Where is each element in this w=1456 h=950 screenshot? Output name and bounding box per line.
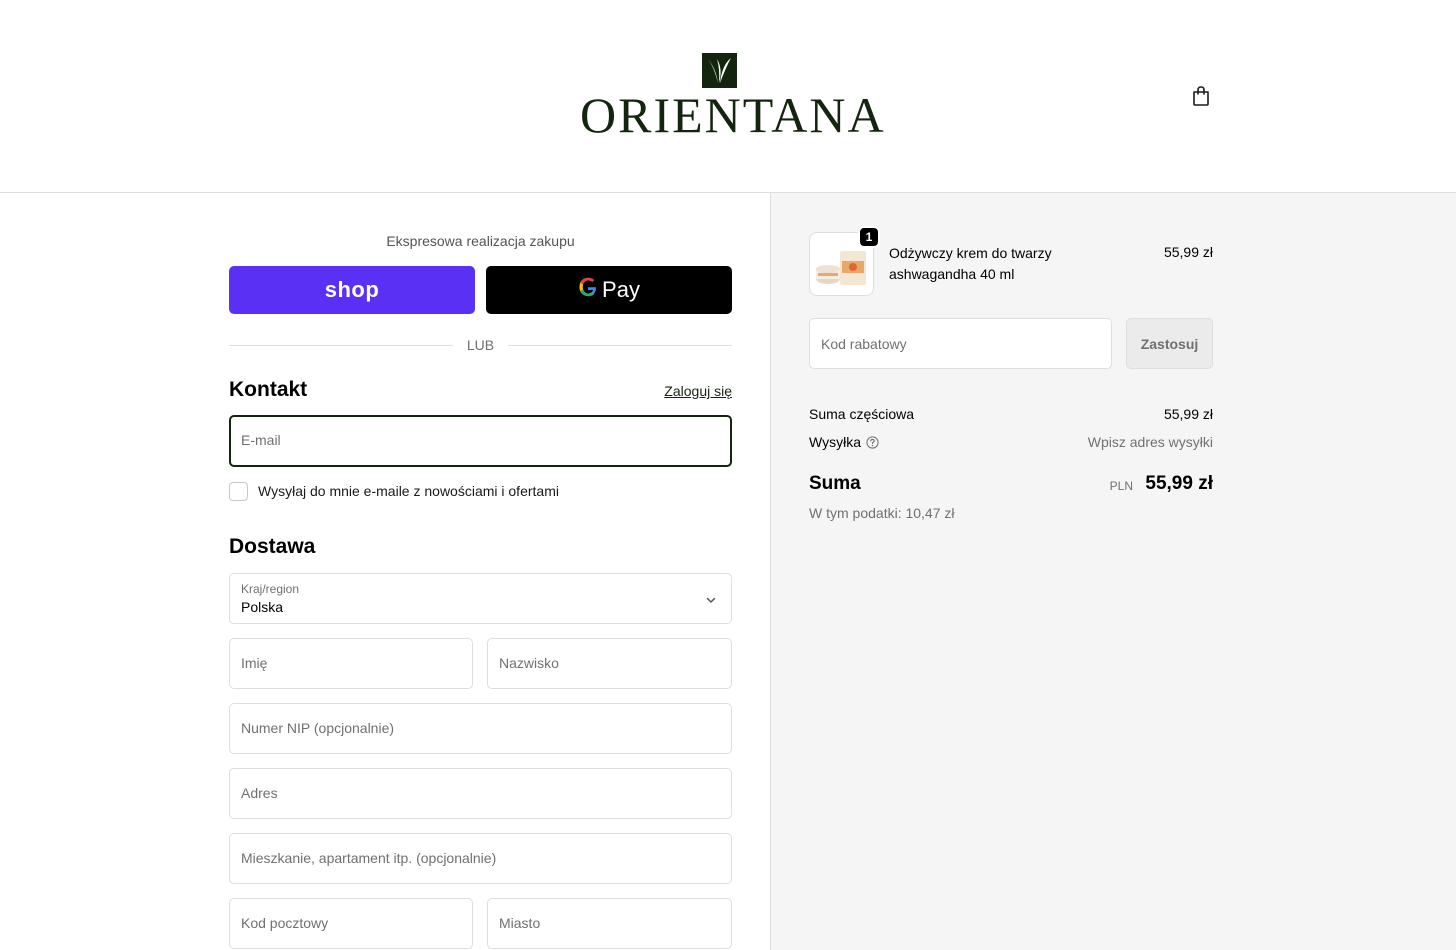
login-link[interactable]: Zaloguj się <box>640 383 732 399</box>
shop-pay-label: shop <box>324 277 380 302</box>
shipping-label: Wysyłka <box>809 434 861 450</box>
email-placeholder: E-mail <box>241 432 281 448</box>
postal-code-field[interactable]: Kod pocztowy <box>229 898 473 949</box>
first-name-field[interactable]: Imię <box>229 638 473 689</box>
header: ORIENTANA <box>0 0 1456 193</box>
shop-pay-button[interactable]: shop <box>229 266 475 314</box>
total-label: Suma <box>809 473 861 494</box>
help-circle-icon[interactable] <box>866 436 879 449</box>
brand-logo[interactable]: ORIENTANA <box>580 50 886 143</box>
chevron-down-icon <box>705 593 717 605</box>
email-field[interactable]: E-mail <box>229 415 732 467</box>
country-label: Kraj/region <box>241 582 300 596</box>
postal-code-placeholder: Kod pocztowy <box>241 915 329 931</box>
subtotal-label: Suma częściowa <box>809 406 915 422</box>
apply-discount-button[interactable]: Zastosuj <box>1126 318 1213 369</box>
leaf-logo-icon <box>702 53 737 88</box>
order-summary-panel <box>770 193 1456 950</box>
newsletter-label: Wysyłaj do mnie e-maile z nowościami i o… <box>258 483 559 499</box>
last-name-field[interactable]: Nazwisko <box>487 638 732 689</box>
city-field[interactable]: Miasto <box>487 898 732 949</box>
express-checkout-title: Ekspresowa realizacja zakupu <box>386 233 575 249</box>
total-value: 55,99 zł <box>1145 473 1213 494</box>
nip-placeholder: Numer NIP (opcjonalnie) <box>241 720 395 736</box>
apartment-placeholder: Mieszkanie, apartament itp. (opcjonalnie… <box>241 850 497 866</box>
logo-wordmark: ORIENTANA <box>580 87 886 143</box>
city-placeholder: Miasto <box>499 915 541 931</box>
shopping-bag-icon[interactable] <box>1189 84 1213 108</box>
last-name-placeholder: Nazwisko <box>499 655 559 671</box>
subtotal-value: 55,99 zł <box>1163 406 1213 422</box>
discount-code-placeholder: Kod rabatowy <box>821 336 907 352</box>
google-pay-button[interactable]: Pay <box>486 266 732 314</box>
first-name-placeholder: Imię <box>241 655 268 671</box>
quantity-badge: 1 <box>858 226 880 248</box>
taxes-note: W tym podatki: 10,47 zł <box>809 505 955 521</box>
delivery-section-title: Dostawa <box>229 535 316 558</box>
shipping-value: Wpisz adres wysyłki <box>1087 434 1213 450</box>
product-image <box>816 251 866 285</box>
contact-section-title: Kontakt <box>229 378 308 401</box>
google-pay-label: Pay <box>602 277 640 302</box>
country-select[interactable]: Kraj/region Polska <box>229 573 732 624</box>
google-g-icon <box>578 277 598 303</box>
nip-field[interactable]: Numer NIP (opcjonalnie) <box>229 703 732 754</box>
shipping-label-row: Wysyłka <box>809 434 879 450</box>
address-field[interactable]: Adres <box>229 768 732 819</box>
apartment-field[interactable]: Mieszkanie, apartament itp. (opcjonalnie… <box>229 833 732 884</box>
address-placeholder: Adres <box>241 785 278 801</box>
discount-code-input[interactable]: Kod rabatowy <box>809 318 1112 369</box>
newsletter-checkbox[interactable] <box>229 482 248 501</box>
product-name: Odżywczy krem do twarzy ashwagandha 40 m… <box>889 245 1052 282</box>
country-value: Polska <box>241 599 284 615</box>
or-divider: LUB <box>229 336 732 356</box>
product-price: 55,99 zł <box>1163 244 1213 260</box>
